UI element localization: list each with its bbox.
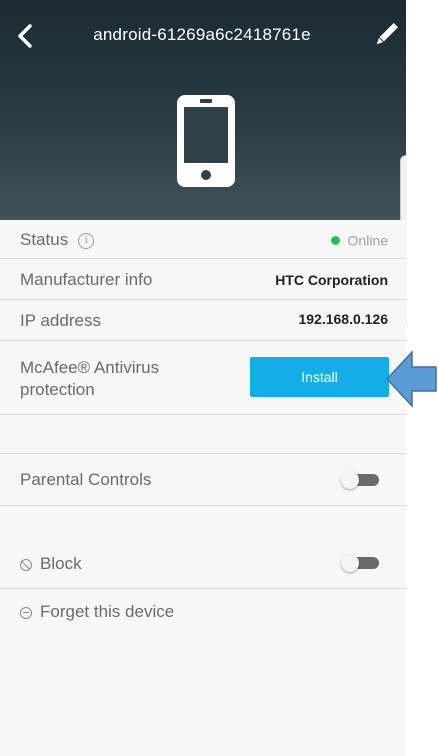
status-value: Online [330, 231, 388, 249]
parental-controls-toggle[interactable] [341, 471, 379, 489]
back-button[interactable] [10, 18, 42, 54]
chevron-left-icon [18, 24, 32, 48]
ip-label: IP address [20, 311, 101, 330]
parental-controls-label: Parental Controls [20, 470, 152, 489]
manufacturer-value: HTC Corporation [275, 272, 388, 288]
block-label: Block [40, 554, 82, 573]
status-text: Online [347, 232, 388, 249]
forget-device-label: Forget this device [40, 602, 175, 621]
ip-row: IP address 192.168.0.126 [0, 300, 406, 341]
online-indicator [330, 235, 340, 245]
block-icon [20, 558, 32, 571]
antivirus-label: McAfee® Antivirus protection [20, 358, 160, 399]
block-toggle[interactable] [341, 554, 379, 572]
device-title: android-61269a6c2418761e [93, 25, 311, 44]
section-spacer [0, 415, 406, 454]
parental-controls-row: Parental Controls [0, 454, 406, 506]
pencil-icon [376, 22, 399, 45]
forget-icon [20, 606, 32, 619]
header: android-61269a6c2418761e [0, 0, 406, 220]
block-row[interactable]: Block [0, 538, 406, 589]
smartphone-icon [177, 95, 235, 187]
section-spacer [0, 506, 406, 538]
info-icon[interactable]: i [78, 232, 95, 249]
manufacturer-row: Manufacturer info HTC Corporation [0, 259, 406, 300]
install-button[interactable]: Install [250, 357, 389, 397]
status-row: Status i Online [0, 220, 406, 259]
status-label: Status [20, 230, 69, 249]
device-detail-screen: android-61269a6c2418761e Status i Online … [0, 0, 407, 756]
edit-button[interactable] [370, 18, 402, 52]
pointer-arrow-icon [385, 350, 437, 408]
ip-value: 192.168.0.126 [298, 311, 388, 327]
forget-device-row[interactable]: Forget this device [0, 589, 406, 633]
manufacturer-label: Manufacturer info [20, 270, 153, 289]
